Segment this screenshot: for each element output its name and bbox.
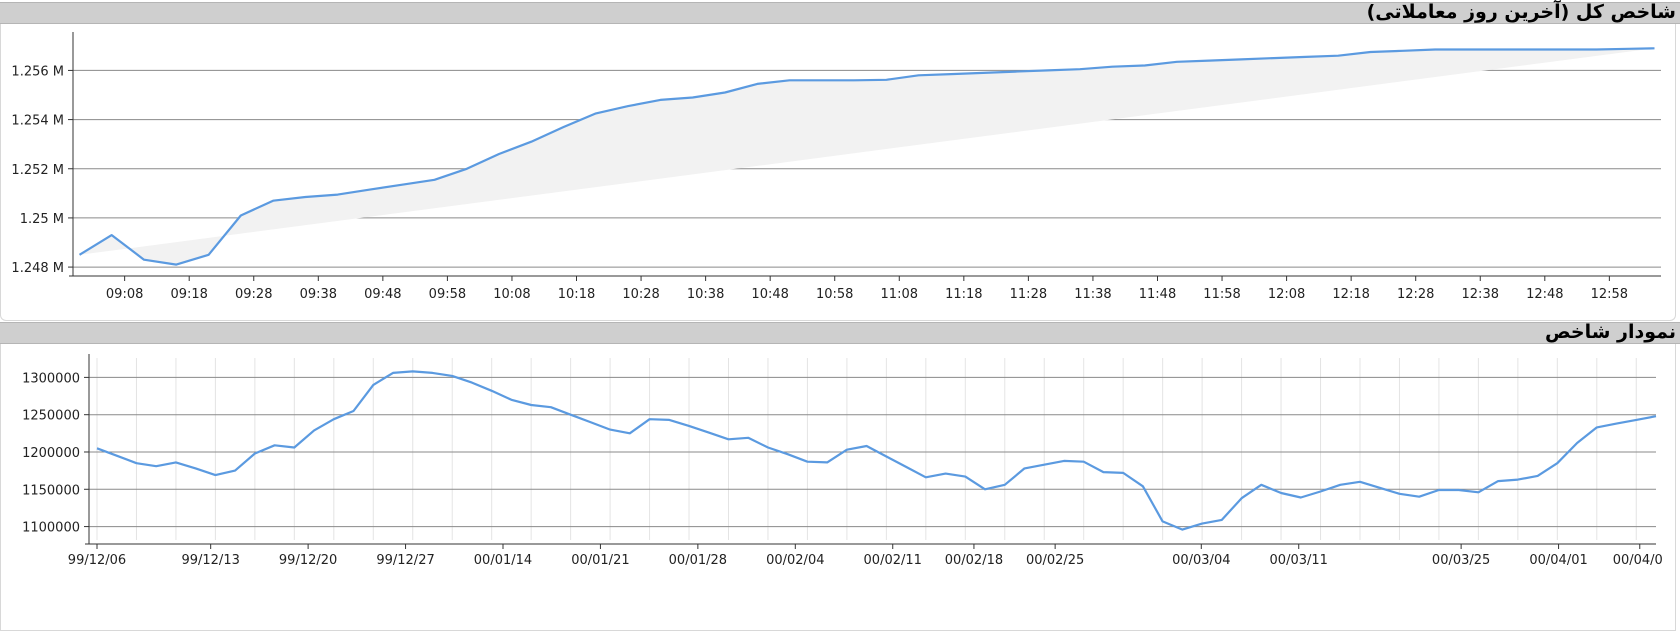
intraday-index-chart: 1.248 M 1.25 M 1.252 M 1.254 M 1.256 M 09:08 0… xyxy=(11,32,1661,302)
y-tick-label: 1250000 xyxy=(22,409,80,424)
x-tick-label: 00/03/11 xyxy=(1270,553,1328,568)
x-tick-label: 11:08 xyxy=(881,287,918,302)
chart-box-intraday: 1.248 M 1.25 M 1.252 M 1.254 M 1.256 M 09:08 0… xyxy=(0,24,1676,321)
x-tick-label: 11:38 xyxy=(1074,287,1111,302)
series-line-history xyxy=(96,370,1657,531)
y-tick-label: 1.254 M xyxy=(11,114,64,129)
y-tick-label: 1.248 M xyxy=(11,261,64,276)
series-line-intraday xyxy=(78,47,1655,266)
x-tick-label: 12:08 xyxy=(1268,287,1305,302)
x-tick-label: 00/01/28 xyxy=(669,553,727,568)
x-tick-label: 00/04/0 xyxy=(1613,553,1663,568)
x-tick-label: 12:58 xyxy=(1591,287,1628,302)
x-tick-label: 10:18 xyxy=(558,287,595,302)
x-tick-label: 09:08 xyxy=(106,287,143,302)
y-tick-label: 1150000 xyxy=(22,483,80,498)
x-tick-label: 00/04/01 xyxy=(1529,553,1587,568)
x-tick-label: 10:58 xyxy=(816,287,853,302)
panel-title-history: نمودار شاخص xyxy=(1544,321,1676,343)
x-tick-label: 11:28 xyxy=(1010,287,1047,302)
x-tick-label: 09:38 xyxy=(300,287,337,302)
y-tick-label: 1200000 xyxy=(22,446,80,461)
x-tick-label: 12:48 xyxy=(1526,287,1563,302)
x-tick-label: 10:48 xyxy=(751,287,788,302)
x-tick-label: 11:18 xyxy=(945,287,982,302)
x-tick-label: 11:48 xyxy=(1139,287,1176,302)
x-tick-label: 11:58 xyxy=(1203,287,1240,302)
y-tick-label: 1300000 xyxy=(22,371,80,386)
header-bar-intraday: شاخص کل (آخرین روز معاملاتی) xyxy=(0,1,1680,24)
y-tick-label: 1100000 xyxy=(22,521,80,536)
x-tick-label: 00/02/04 xyxy=(766,553,824,568)
x-tick-label: 00/03/25 xyxy=(1432,553,1490,568)
x-tick-label: 10:38 xyxy=(687,287,724,302)
x-tick-label: 10:08 xyxy=(493,287,530,302)
x-tick-label: 99/12/06 xyxy=(68,553,126,568)
y-tick-label: 1.256 M xyxy=(11,64,64,79)
chart-box-history: 1100000 1150000 1200000 1250000 1300000 99/12… xyxy=(0,344,1676,631)
x-tick-label: 12:38 xyxy=(1462,287,1499,302)
x-tick-label: 00/03/04 xyxy=(1172,553,1230,568)
x-tick-label: 12:18 xyxy=(1332,287,1369,302)
x-tick-label: 09:18 xyxy=(170,287,207,302)
x-tick-label: 00/02/18 xyxy=(945,553,1003,568)
x-tick-label: 99/12/13 xyxy=(181,553,239,568)
y-tick-label: 1.252 M xyxy=(11,163,64,178)
x-tick-label: 99/12/20 xyxy=(279,553,337,568)
x-tick-label: 00/02/11 xyxy=(864,553,922,568)
historical-index-chart: 1100000 1150000 1200000 1250000 1300000 99/12… xyxy=(22,354,1663,568)
x-tick-label: 00/02/25 xyxy=(1026,553,1084,568)
x-tick-label: 09:48 xyxy=(364,287,401,302)
y-tick-label: 1.25 M xyxy=(20,212,64,227)
x-tick-label: 10:28 xyxy=(622,287,659,302)
x-tick-label: 09:28 xyxy=(235,287,272,302)
header-bar-history: نمودار شاخص xyxy=(0,321,1680,344)
x-tick-label: 12:28 xyxy=(1397,287,1434,302)
x-tick-label: 00/01/21 xyxy=(571,553,629,568)
x-tick-label: 09:58 xyxy=(429,287,466,302)
panel-title-intraday: شاخص کل (آخرین روز معاملاتی) xyxy=(1366,1,1676,23)
x-tick-label: 99/12/27 xyxy=(376,553,434,568)
x-tick-label: 00/01/14 xyxy=(474,553,532,568)
